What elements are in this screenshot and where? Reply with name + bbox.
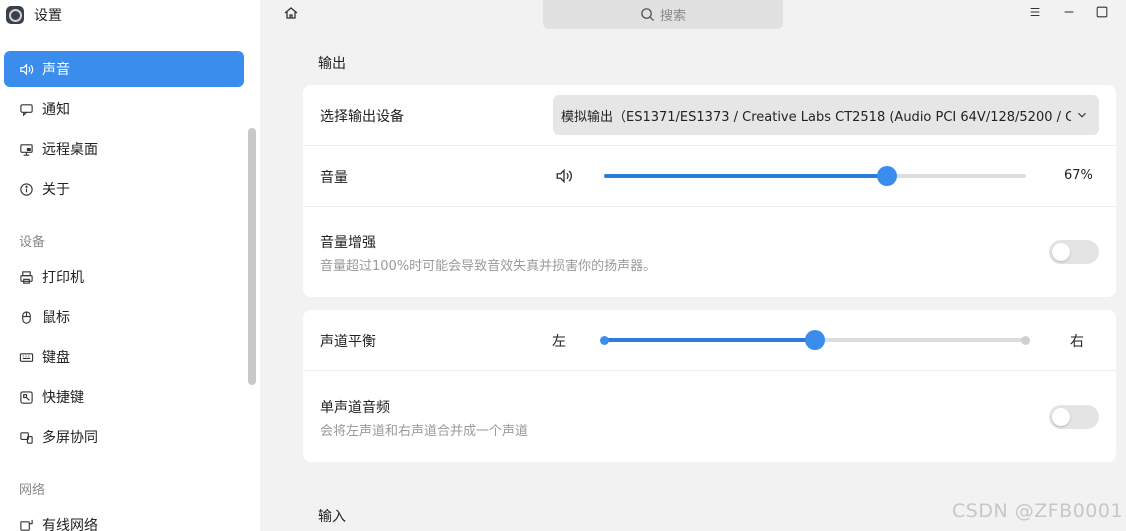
output-device-label: 选择输出设备: [320, 109, 404, 125]
output-section-title: 输出: [318, 56, 346, 72]
app-header: 设置: [6, 4, 62, 26]
app-title: 设置: [34, 8, 62, 24]
printer-icon: [18, 269, 34, 285]
shortcut-icon: [18, 389, 34, 405]
balance-label: 声道平衡: [320, 334, 376, 350]
volume-slider[interactable]: [604, 166, 1026, 186]
volume-slider-fill: [604, 174, 887, 178]
balance-left-label: 左: [552, 334, 566, 350]
sidebar-item-multiscreen[interactable]: 多屏协同: [4, 419, 244, 455]
menu-icon: [1030, 7, 1040, 17]
sidebar-item-label: 有线网络: [42, 518, 98, 531]
section-network: 网络: [19, 483, 46, 498]
search-placeholder: 搜索: [659, 9, 686, 24]
sidebar-item-label: 键盘: [42, 350, 70, 366]
sidebar-item-label: 声音: [42, 62, 70, 78]
volume-boost-toggle[interactable]: [1049, 240, 1099, 264]
volume-boost-label: 音量增强: [320, 235, 376, 251]
volume-value: 67%: [1064, 168, 1093, 183]
maximize-button[interactable]: [1094, 4, 1110, 20]
sidebar-item-label: 通知: [42, 102, 70, 118]
sidebar-item-label: 远程桌面: [42, 142, 98, 158]
volume-label: 音量: [320, 170, 348, 186]
maximize-icon: [1096, 6, 1108, 18]
volume-slider-thumb[interactable]: [876, 166, 897, 186]
mono-audio-label: 单声道音频: [320, 400, 390, 416]
speaker-icon: [18, 61, 34, 77]
sidebar-item-label: 打印机: [42, 270, 84, 286]
output-device-row: 选择输出设备 模拟输出（ES1371/ES1373 / Creative Lab…: [303, 85, 1116, 146]
search-icon: [641, 8, 655, 22]
settings-app-icon: [6, 6, 24, 24]
multiscreen-icon: [18, 429, 34, 445]
volume-icon[interactable]: [555, 167, 573, 185]
balance-slider[interactable]: [600, 330, 1030, 350]
info-icon: [18, 181, 34, 197]
wired-network-icon: [18, 517, 34, 531]
balance-slider-end: [1021, 335, 1030, 345]
minimize-button[interactable]: [1061, 4, 1077, 20]
home-button[interactable]: [282, 4, 300, 22]
monitor-icon: [18, 141, 34, 157]
menu-button[interactable]: [1027, 4, 1043, 20]
sidebar-item-sound[interactable]: 声音: [4, 51, 244, 87]
output-device-value: 模拟输出（ES1371/ES1373 / Creative Labs CT251…: [561, 109, 1071, 125]
watermark: CSDN @ZFB0001: [952, 500, 1124, 522]
message-icon: [18, 101, 34, 117]
balance-slider-thumb[interactable]: [805, 330, 825, 350]
mono-audio-description: 会将左声道和右声道合并成一个声道: [320, 424, 529, 439]
sidebar-item-wired-network[interactable]: 有线网络: [4, 507, 244, 531]
volume-boost-description: 音量超过100%时可能会导致音效失真并损害你的扬声器。: [320, 259, 657, 274]
sidebar-item-about[interactable]: 关于: [4, 171, 244, 207]
sidebar-item-label: 关于: [42, 182, 70, 198]
sidebar-item-keyboard[interactable]: 键盘: [4, 339, 244, 375]
sidebar-item-label: 多屏协同: [42, 430, 98, 446]
mono-audio-row: 单声道音频 会将左声道和右声道合并成一个声道: [303, 371, 1116, 462]
home-icon: [284, 7, 298, 19]
sidebar-item-label: 快捷键: [42, 390, 84, 406]
toggle-knob: [1052, 243, 1070, 261]
sidebar-item-printer[interactable]: 打印机: [4, 259, 244, 295]
section-devices: 设备: [19, 235, 46, 250]
minimize-icon: [1064, 11, 1074, 13]
keyboard-icon: [18, 349, 34, 365]
sidebar-item-mouse[interactable]: 鼠标: [4, 299, 244, 335]
balance-slider-fill: [604, 338, 815, 342]
chevron-down-icon: [1078, 112, 1086, 118]
balance-card: 声道平衡 左 右 单声道音频 会将左声道和右声道合并成一个声道: [303, 310, 1116, 462]
volume-boost-row: 音量增强 音量超过100%时可能会导致音效失真并损害你的扬声器。: [303, 207, 1116, 297]
sidebar-item-shortcuts[interactable]: 快捷键: [4, 379, 244, 415]
sidebar: 设置 声音 通知 远程桌面 关于 设备 打印机 鼠标 键盘 快捷键 多屏协同 网…: [0, 0, 260, 531]
mouse-icon: [18, 309, 34, 325]
search-input[interactable]: 搜索: [543, 0, 783, 29]
sidebar-item-label: 鼠标: [42, 310, 70, 326]
balance-slider-start: [600, 335, 609, 345]
balance-right-label: 右: [1070, 334, 1084, 350]
toggle-knob: [1052, 408, 1070, 426]
input-section-title: 输入: [318, 509, 346, 525]
sidebar-item-notifications[interactable]: 通知: [4, 91, 244, 127]
sidebar-scrollbar[interactable]: [248, 128, 256, 385]
balance-row: 声道平衡 左 右: [303, 310, 1116, 371]
volume-row: 音量 67%: [303, 146, 1116, 207]
output-device-select[interactable]: 模拟输出（ES1371/ES1373 / Creative Labs CT251…: [553, 95, 1099, 135]
sidebar-item-remote-desktop[interactable]: 远程桌面: [4, 131, 244, 167]
mono-audio-toggle[interactable]: [1049, 405, 1099, 429]
output-card: 选择输出设备 模拟输出（ES1371/ES1373 / Creative Lab…: [303, 85, 1116, 297]
